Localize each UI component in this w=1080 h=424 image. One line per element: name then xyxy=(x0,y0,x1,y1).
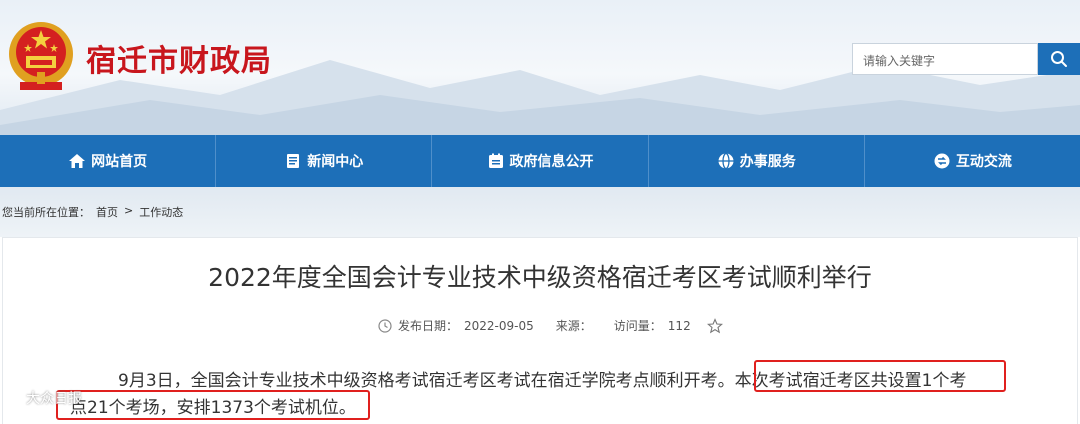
nav-label: 办事服务 xyxy=(739,154,796,170)
interact-icon xyxy=(933,152,951,170)
date-value: 2022-09-05 xyxy=(464,318,534,333)
news-icon xyxy=(284,152,302,170)
breadcrumb-home-link[interactable]: 首页 xyxy=(96,204,118,220)
source-label: 来源： xyxy=(555,319,592,333)
nav-news[interactable]: 新闻中心 xyxy=(216,135,433,187)
info-public-icon xyxy=(487,152,505,170)
search-button[interactable] xyxy=(1038,43,1080,75)
body-text: 9月3日，全国会计专业技术中级资格考试宿迁考区考试在宿迁学院考点顺利开考。 xyxy=(118,371,735,391)
date-label: 发布日期： xyxy=(398,319,459,333)
home-icon xyxy=(68,152,86,170)
clock-icon xyxy=(378,318,392,333)
national-emblem-icon xyxy=(9,22,73,90)
nav-label: 新闻中心 xyxy=(307,154,364,170)
nav-interact[interactable]: 互动交流 xyxy=(865,135,1080,187)
nav-label: 政府信息公开 xyxy=(509,154,594,170)
nav-info-public[interactable]: 政府信息公开 xyxy=(432,135,649,187)
breadcrumb-separator: > xyxy=(124,204,134,217)
article-meta: 发布日期： 2022-09-05 来源： 访问量： 112 xyxy=(378,317,723,334)
watermark: 大众日报 xyxy=(4,388,82,408)
nav-services[interactable]: 办事服务 xyxy=(649,135,865,187)
article-title: 2022年度全国会计专业技术中级资格宿迁考区考试顺利举行 xyxy=(208,263,872,292)
globe-icon xyxy=(717,152,735,170)
breadcrumb-prefix: 您当前所在位置： xyxy=(2,206,90,219)
views-value: 112 xyxy=(667,318,691,333)
nav-label: 网站首页 xyxy=(91,154,148,170)
highlight-box xyxy=(56,390,370,420)
highlight-box xyxy=(754,360,1006,392)
search-input[interactable]: 请输入关键字 xyxy=(852,43,1038,75)
watermark-text: 大众日报 xyxy=(26,391,82,407)
watermark-logo-icon xyxy=(5,390,21,406)
nav-label: 互动交流 xyxy=(955,154,1012,170)
main-nav: 网站首页 新闻中心 政府信息公开 办事服务 互动交流 xyxy=(0,135,1080,187)
search-icon xyxy=(1051,51,1067,67)
breadcrumb-current-link[interactable]: 工作动态 xyxy=(139,204,183,220)
site-header: 宿迁市财政局 请输入关键字 xyxy=(0,0,1080,135)
site-title[interactable]: 宿迁市财政局 xyxy=(86,36,272,80)
views-label: 访问量： xyxy=(613,319,662,333)
nav-home[interactable]: 网站首页 xyxy=(0,135,217,187)
favorite-star-icon[interactable] xyxy=(706,317,723,334)
breadcrumb: 您当前所在位置： 首页 > 工作动态 xyxy=(2,204,183,220)
